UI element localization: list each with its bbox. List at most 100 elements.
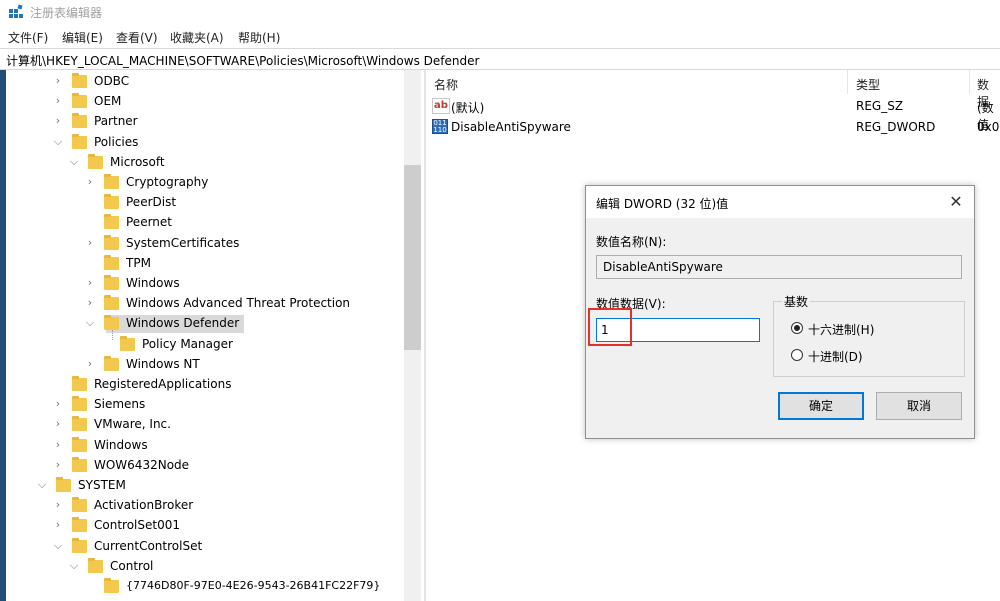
tree-item[interactable]: ⌵ Windows Defender — [6, 314, 404, 334]
hex-radio-label[interactable]: 十六进制(H) — [808, 321, 874, 338]
tree-item-label: PeerDist — [126, 195, 177, 210]
column-header-type[interactable]: 类型 — [856, 76, 880, 93]
tree-item-label: Partner — [94, 114, 138, 129]
tree-item[interactable]: › Cryptography — [6, 173, 404, 193]
tree-scrollbar-thumb[interactable] — [404, 165, 421, 350]
tree-item[interactable]: › ODBC — [6, 72, 404, 92]
dword-value-icon: 011 110 — [432, 119, 448, 134]
tree-item[interactable]: › Siemens — [6, 395, 404, 415]
folder-icon — [120, 335, 135, 351]
tree-item[interactable]: ⌵ Policies — [6, 133, 404, 153]
tree-item[interactable]: ⌵ CurrentControlSet — [6, 537, 404, 557]
chevron-right-icon[interactable]: › — [84, 297, 96, 309]
chevron-down-icon[interactable]: ⌵ — [52, 135, 64, 148]
chevron-right-icon[interactable]: › — [84, 236, 96, 249]
chevron-right-icon[interactable]: › — [52, 418, 64, 430]
base-groupbox — [773, 301, 965, 377]
tree-item-label: ActivationBroker — [94, 498, 194, 513]
column-separator[interactable] — [969, 70, 970, 94]
dec-radio[interactable] — [791, 349, 803, 361]
chevron-right-icon[interactable]: › — [84, 357, 96, 370]
tree-item-label: Cryptography — [126, 175, 209, 189]
value-data: 0x00 — [977, 120, 1000, 134]
chevron-down-icon[interactable]: ⌵ — [84, 317, 96, 329]
tree-item-label: Peernet — [126, 215, 172, 230]
folder-icon — [104, 214, 119, 230]
tree-item[interactable]: › ControlSet001 — [6, 516, 404, 536]
tree-item[interactable]: {7746D80F-97E0-4E26-9543-26B41FC22F79} — [6, 577, 404, 597]
tree-item[interactable]: › SystemCertificates — [6, 234, 404, 254]
chevron-right-icon[interactable]: › — [52, 499, 64, 511]
tree-item[interactable]: › Windows — [6, 274, 404, 294]
tree-item[interactable]: ⌵ Microsoft — [6, 153, 404, 173]
tree-item[interactable]: › Windows Advanced Threat Protection — [6, 294, 404, 314]
address-path[interactable]: 计算机\HKEY_LOCAL_MACHINE\SOFTWARE\Policies… — [6, 52, 479, 69]
menu-file[interactable]: 文件(F) — [8, 29, 48, 46]
folder-icon — [88, 557, 103, 573]
value-type: REG_DWORD — [856, 120, 936, 134]
chevron-down-icon[interactable]: ⌵ — [52, 539, 64, 552]
folder-icon — [104, 295, 119, 311]
tree-item-label: OEM — [94, 94, 122, 109]
tree-item[interactable]: › ActivationBroker — [6, 496, 404, 516]
tree-item[interactable]: › OEM — [6, 92, 404, 112]
cancel-button[interactable]: 取消 — [876, 392, 962, 420]
folder-icon — [104, 194, 119, 210]
value-type: REG_SZ — [856, 99, 904, 113]
tree-item[interactable]: › VMware, Inc. — [6, 415, 404, 435]
tree-item-label: WOW6432Node — [94, 457, 190, 472]
tree-item[interactable]: Policy Manager — [6, 335, 404, 355]
tree-item-label: Policies — [94, 134, 139, 149]
chevron-right-icon[interactable]: › — [52, 75, 64, 87]
address-bar[interactable]: 计算机\HKEY_LOCAL_MACHINE\SOFTWARE\Policies… — [0, 48, 1000, 70]
menu-edit[interactable]: 编辑(E) — [62, 29, 103, 46]
column-separator[interactable] — [847, 70, 848, 94]
hex-radio[interactable] — [791, 322, 803, 334]
tree-item-label: CurrentControlSet — [94, 538, 203, 553]
close-icon[interactable]: ✕ — [946, 192, 966, 212]
chevron-right-icon[interactable]: › — [52, 398, 64, 410]
menu-favorites[interactable]: 收藏夹(A) — [170, 29, 224, 46]
tree-item-label: RegisteredApplications — [94, 377, 232, 391]
tree-item[interactable]: PeerDist — [6, 193, 404, 213]
folder-icon — [88, 153, 103, 169]
chevron-down-icon[interactable]: ⌵ — [68, 155, 80, 168]
ok-button[interactable]: 确定 — [778, 392, 864, 420]
chevron-right-icon[interactable]: › — [52, 438, 64, 451]
chevron-right-icon[interactable]: › — [52, 115, 64, 127]
tree-item[interactable]: › Windows — [6, 436, 404, 456]
registry-tree[interactable]: › ODBC › OEM › Partner ⌵ Policies ⌵ Microsoft › Cry… — [6, 70, 404, 601]
chevron-right-icon[interactable]: › — [52, 519, 64, 531]
folder-icon — [104, 234, 119, 250]
chevron-right-icon[interactable]: › — [84, 277, 96, 289]
tree-item[interactable]: Peernet — [6, 213, 404, 233]
dec-radio-label[interactable]: 十进制(D) — [808, 348, 863, 365]
tree-item-label: Microsoft — [110, 154, 165, 169]
folder-icon — [72, 456, 87, 472]
tree-item[interactable]: RegisteredApplications — [6, 375, 404, 395]
menu-view[interactable]: 查看(V) — [116, 29, 158, 46]
tree-item[interactable]: TPM — [6, 254, 404, 274]
chevron-right-icon[interactable]: › — [84, 176, 96, 188]
column-header-name[interactable]: 名称 — [434, 76, 458, 93]
value-row[interactable]: 011110 DisableAntiSpyware REG_DWORD 0x00 — [426, 117, 1000, 137]
tree-item[interactable]: ⌵ SYSTEM — [6, 476, 404, 496]
tree-item-label: Windows Advanced Threat Protection — [126, 296, 351, 311]
value-row[interactable]: ab (默认) REG_SZ (数值 — [426, 96, 1000, 132]
tree-item-label: TPM — [126, 255, 151, 270]
chevron-down-icon[interactable]: ⌵ — [68, 559, 80, 572]
value-name: (默认) — [451, 101, 485, 115]
tree-item[interactable]: › Windows NT — [6, 355, 404, 375]
tree-connector-line — [112, 330, 113, 341]
tree-item[interactable]: › Partner — [6, 112, 404, 132]
chevron-down-icon[interactable]: ⌵ — [36, 479, 48, 491]
chevron-right-icon[interactable]: › — [52, 458, 64, 471]
chevron-right-icon[interactable]: › — [52, 95, 64, 107]
tree-item-label: Windows NT — [126, 356, 200, 371]
menu-help[interactable]: 帮助(H) — [238, 29, 280, 46]
tree-item-label: SystemCertificates — [126, 235, 240, 250]
tree-item[interactable]: ⌵ Control — [6, 557, 404, 577]
tree-item[interactable]: › WOW6432Node — [6, 456, 404, 476]
tree-item-label: ODBC — [94, 74, 130, 88]
dialog-title-bar: 编辑 DWORD (32 位)值 ✕ — [586, 186, 974, 218]
